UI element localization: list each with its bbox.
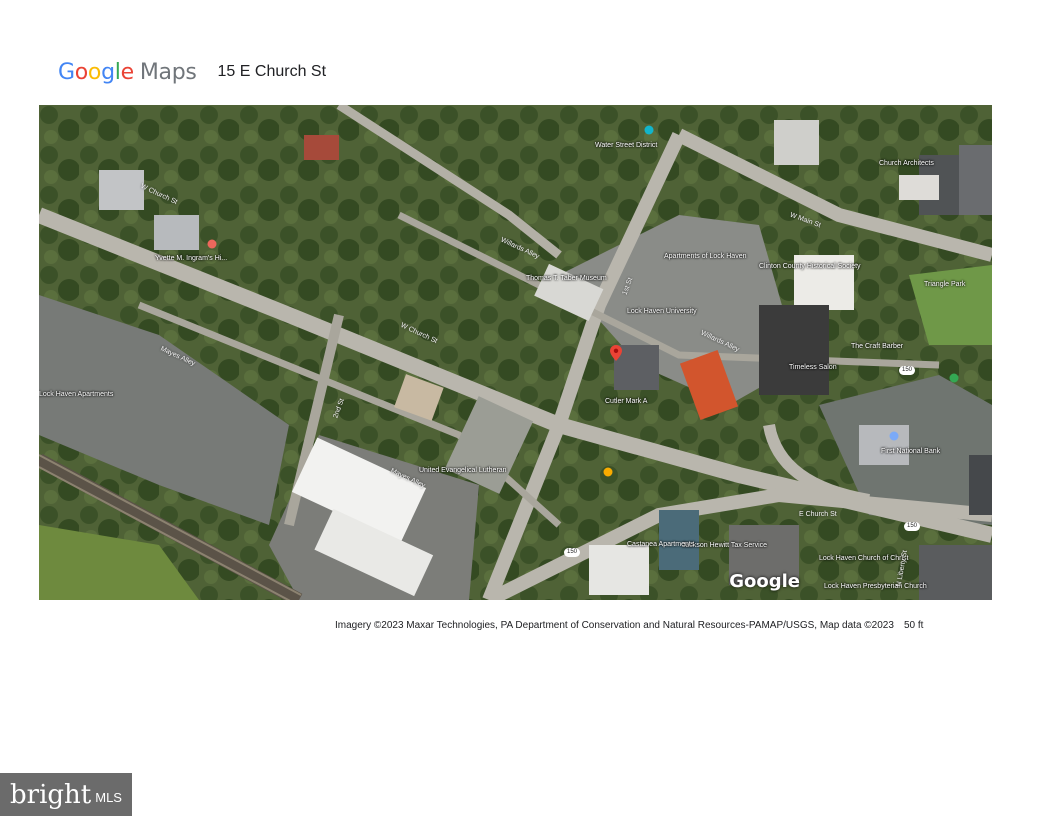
maps-logo-text: Maps	[139, 59, 197, 85]
route-shield: 150	[899, 366, 916, 375]
place-label[interactable]: Yvette M. Ingram's Hi...	[155, 255, 227, 262]
place-label[interactable]: Thomas T. Taber Museum	[526, 275, 607, 282]
map-header: Google Maps 15 E Church St	[58, 56, 326, 88]
place-label[interactable]: Lock Haven Church of Christ	[819, 555, 908, 562]
route-shield: 150	[564, 548, 581, 557]
google-watermark: Google	[729, 571, 800, 592]
map-pin-icon[interactable]	[610, 345, 622, 361]
route-shield: 150	[904, 522, 921, 531]
place-label[interactable]: Lock Haven University	[627, 308, 697, 315]
place-label[interactable]: Triangle Park	[924, 281, 965, 288]
map-attribution: Imagery ©2023 Maxar Technologies, PA Dep…	[335, 620, 894, 631]
place-marker-icon[interactable]	[207, 239, 217, 249]
place-label[interactable]: First National Bank	[881, 448, 940, 455]
place-label[interactable]: Lock Haven Apartments	[39, 391, 113, 398]
place-label[interactable]: Church Architects	[879, 160, 934, 167]
place-label[interactable]: Cutler Mark A	[605, 398, 647, 405]
mls-logo-text: MLS	[95, 790, 122, 805]
place-label[interactable]: Apartments of Lock Haven	[664, 253, 747, 260]
bright-mls-logo: bright MLS	[0, 773, 132, 816]
satellite-imagery	[39, 105, 992, 600]
place-label[interactable]: The Craft Barber	[851, 343, 903, 350]
place-label[interactable]: Clinton County Historical Society	[759, 263, 861, 270]
place-label[interactable]: United Evangelical Lutheran	[419, 467, 507, 474]
place-label[interactable]: Water Street District	[595, 142, 657, 149]
place-label[interactable]: Timeless Salon	[789, 364, 837, 371]
place-label[interactable]: Lock Haven Presbyterian Church	[824, 583, 927, 590]
place-marker-icon[interactable]	[889, 431, 899, 441]
address-title: 15 E Church St	[217, 63, 327, 80]
google-logo-text: Google	[58, 59, 134, 85]
bright-logo-text: bright	[10, 779, 92, 810]
place-label[interactable]: Jackson Hewitt Tax Service	[682, 542, 767, 549]
place-marker-icon[interactable]	[644, 125, 654, 135]
scale-label: 50 ft	[904, 620, 924, 631]
google-maps-logo: Google Maps	[58, 60, 197, 85]
street-label: E Church St	[799, 511, 837, 518]
place-label[interactable]: Castanea Apartments	[627, 541, 694, 548]
satellite-map[interactable]: Water Street District Yvette M. Ingram's…	[39, 105, 992, 600]
place-marker-icon[interactable]	[603, 467, 613, 477]
place-marker-icon[interactable]	[949, 373, 959, 383]
